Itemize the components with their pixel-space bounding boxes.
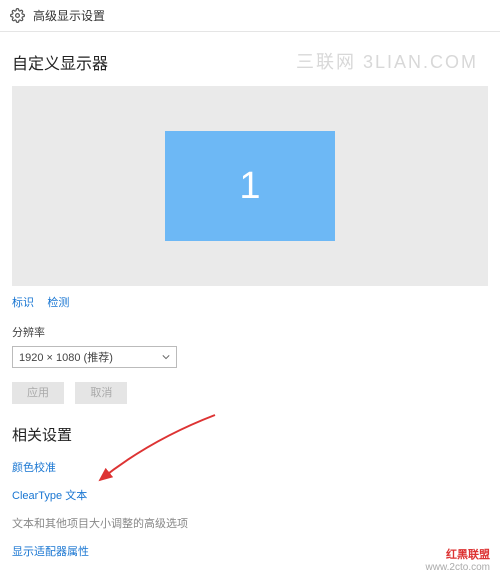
color-calibration-link[interactable]: 颜色校准 (12, 459, 488, 475)
related-settings-title: 相关设置 (12, 424, 488, 445)
gear-icon (10, 8, 25, 23)
resolution-label: 分辨率 (12, 324, 488, 340)
monitor-number: 1 (239, 165, 260, 208)
title-bar: 高级显示设置 (0, 0, 500, 32)
chevron-down-icon (162, 353, 170, 361)
resolution-select[interactable]: 1920 × 1080 (推荐) (12, 346, 177, 368)
apply-button[interactable]: 应用 (12, 382, 64, 404)
window-title: 高级显示设置 (33, 7, 105, 24)
resolution-value: 1920 × 1080 (推荐) (19, 349, 113, 365)
cancel-button[interactable]: 取消 (75, 382, 127, 404)
text-size-advanced-link[interactable]: 文本和其他项目大小调整的高级选项 (12, 515, 488, 531)
section-customize-title: 自定义显示器 (12, 50, 488, 74)
detect-link[interactable]: 检测 (47, 297, 69, 309)
display-adapter-link[interactable]: 显示适配器属性 (12, 543, 488, 559)
cleartype-link[interactable]: ClearType 文本 (12, 487, 488, 503)
monitor-1[interactable]: 1 (165, 131, 335, 241)
identify-link[interactable]: 标识 (12, 297, 34, 309)
display-preview: 1 (12, 86, 488, 286)
